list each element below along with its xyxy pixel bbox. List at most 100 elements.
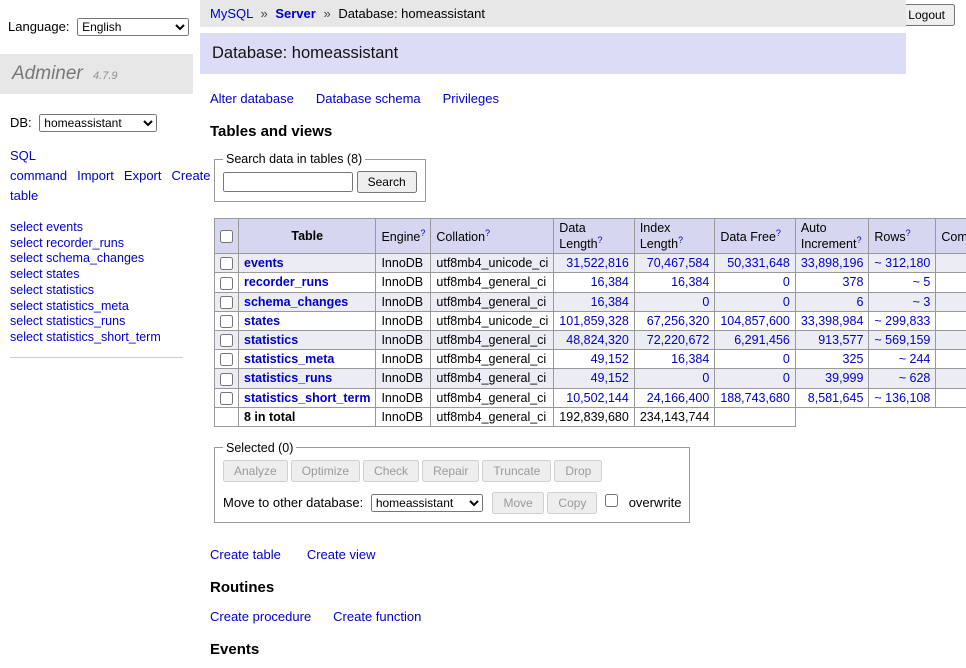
routine-create-link[interactable]: Create procedure (210, 609, 311, 624)
index-length-link[interactable]: 72,220,672 (647, 333, 710, 347)
sidebar-select-table-link[interactable]: select schema_changes (10, 251, 183, 267)
sidebar-action-link[interactable]: SQL command (10, 148, 67, 183)
row-checkbox[interactable] (220, 257, 233, 270)
engine-help-link[interactable]: ? (420, 228, 425, 238)
selected-action-button[interactable]: Analyze (223, 460, 288, 482)
data-length-link[interactable]: 10,502,144 (566, 391, 629, 405)
create-link[interactable]: Create view (307, 547, 376, 562)
data-free-link[interactable]: 104,857,600 (720, 314, 790, 328)
rows-count-link[interactable]: ~ 628 (899, 371, 931, 385)
data-free-link[interactable]: 188,743,680 (720, 391, 790, 405)
data-free-link[interactable]: 50,331,648 (727, 256, 790, 270)
index-length-link[interactable]: 0 (702, 371, 709, 385)
selected-action-button[interactable]: Repair (422, 460, 479, 482)
sidebar-select-table-link[interactable]: select recorder_runs (10, 235, 183, 251)
auto-increment-link[interactable]: 6 (856, 295, 863, 309)
row-checkbox[interactable] (220, 373, 233, 386)
data-free-help-link[interactable]: ? (776, 228, 781, 238)
index-length-link[interactable]: 16,384 (671, 275, 709, 289)
data-length-help-link[interactable]: ? (598, 235, 603, 245)
index-length-link[interactable]: 0 (702, 295, 709, 309)
sidebar-action-link[interactable]: Export (124, 168, 162, 183)
row-checkbox[interactable] (220, 296, 233, 309)
data-length-link[interactable]: 49,152 (591, 371, 629, 385)
auto-increment-link[interactable]: 33,398,984 (801, 314, 864, 328)
table-name-link[interactable]: schema_changes (244, 295, 348, 309)
table-name-link[interactable]: statistics_meta (244, 352, 334, 366)
overwrite-checkbox[interactable] (605, 494, 618, 507)
rows-count-link[interactable]: ~ 569,159 (874, 333, 930, 347)
overwrite-label[interactable]: overwrite (629, 495, 682, 510)
auto-increment-link[interactable]: 325 (843, 352, 864, 366)
auto-increment-link[interactable]: 39,999 (825, 371, 863, 385)
row-checkbox[interactable] (220, 334, 233, 347)
row-checkbox[interactable] (220, 277, 233, 290)
search-input[interactable] (223, 172, 353, 192)
sidebar-select-table-link[interactable]: select statistics_short_term (10, 330, 183, 346)
sidebar-action-link[interactable]: Import (77, 168, 114, 183)
data-free-link[interactable]: 0 (783, 295, 790, 309)
index-length-link[interactable]: 70,467,584 (647, 256, 710, 270)
rows-help-link[interactable]: ? (906, 228, 911, 238)
table-name-link[interactable]: recorder_runs (244, 275, 329, 289)
collation-help-link[interactable]: ? (485, 228, 490, 238)
database-nav-link[interactable]: Alter database (210, 91, 294, 106)
index-length-link[interactable]: 16,384 (671, 352, 709, 366)
sidebar-select-table-link[interactable]: select states (10, 267, 183, 283)
breadcrumb-server-link[interactable]: Server (275, 6, 315, 21)
index-length-cell: 72,220,672 (634, 330, 715, 349)
data-free-link[interactable]: 0 (783, 352, 790, 366)
sidebar-select-table-link[interactable]: select statistics_meta (10, 298, 183, 314)
db-select[interactable]: homeassistant (39, 114, 157, 132)
search-button[interactable]: Search (357, 171, 417, 193)
table-name-link[interactable]: statistics_runs (244, 371, 332, 385)
table-name-link[interactable]: events (244, 256, 284, 270)
index-length-link[interactable]: 67,256,320 (647, 314, 710, 328)
rows-count-link[interactable]: ~ 5 (913, 275, 931, 289)
selected-action-button[interactable]: Drop (554, 460, 602, 482)
rows-count-link[interactable]: ~ 299,833 (874, 314, 930, 328)
auto-increment-link[interactable]: 913,577 (818, 333, 863, 347)
selected-action-button[interactable]: Truncate (482, 460, 551, 482)
index-length-help-link[interactable]: ? (678, 235, 683, 245)
table-name-link[interactable]: statistics (244, 333, 298, 347)
data-free-link[interactable]: 6,291,456 (734, 333, 790, 347)
table-name-link[interactable]: statistics_short_term (244, 391, 370, 405)
data-free-link[interactable]: 0 (783, 371, 790, 385)
rows-count-link[interactable]: ~ 244 (899, 352, 931, 366)
routine-create-link[interactable]: Create function (333, 609, 421, 624)
data-length-link[interactable]: 16,384 (591, 275, 629, 289)
sidebar-select-table-link[interactable]: select statistics (10, 282, 183, 298)
sidebar-select-table-link[interactable]: select events (10, 219, 183, 235)
selected-action-button[interactable]: Check (363, 460, 419, 482)
auto-increment-link[interactable]: 378 (843, 275, 864, 289)
data-length-link[interactable]: 16,384 (591, 295, 629, 309)
row-checkbox[interactable] (220, 392, 233, 405)
data-length-link[interactable]: 31,522,816 (566, 256, 629, 270)
database-nav-link[interactable]: Database schema (316, 91, 421, 106)
create-link[interactable]: Create table (210, 547, 281, 562)
auto-increment-link[interactable]: 33,898,196 (801, 256, 864, 270)
copy-button[interactable]: Copy (547, 492, 597, 514)
select-all-checkbox[interactable] (220, 230, 233, 243)
breadcrumb-mysql-link[interactable]: MySQL (210, 6, 253, 21)
sidebar-select-table-link[interactable]: select statistics_runs (10, 314, 183, 330)
data-length-link[interactable]: 49,152 (591, 352, 629, 366)
index-length-link[interactable]: 24,166,400 (647, 391, 710, 405)
data-length-link[interactable]: 101,859,328 (559, 314, 629, 328)
auto-increment-link[interactable]: 8,581,645 (808, 391, 864, 405)
rows-count-link[interactable]: ~ 3 (913, 295, 931, 309)
row-checkbox[interactable] (220, 315, 233, 328)
selected-action-button[interactable]: Optimize (291, 460, 360, 482)
data-free-link[interactable]: 0 (783, 275, 790, 289)
auto-increment-help-link[interactable]: ? (856, 235, 861, 245)
move-button[interactable]: Move (492, 492, 543, 514)
rows-count-link[interactable]: ~ 136,108 (874, 391, 930, 405)
row-checkbox[interactable] (220, 353, 233, 366)
data-length-link[interactable]: 48,824,320 (566, 333, 629, 347)
language-select[interactable]: English (77, 18, 189, 36)
database-nav-link[interactable]: Privileges (443, 91, 499, 106)
rows-count-link[interactable]: ~ 312,180 (874, 256, 930, 270)
move-db-select[interactable]: homeassistant (371, 494, 483, 512)
table-name-link[interactable]: states (244, 314, 280, 328)
